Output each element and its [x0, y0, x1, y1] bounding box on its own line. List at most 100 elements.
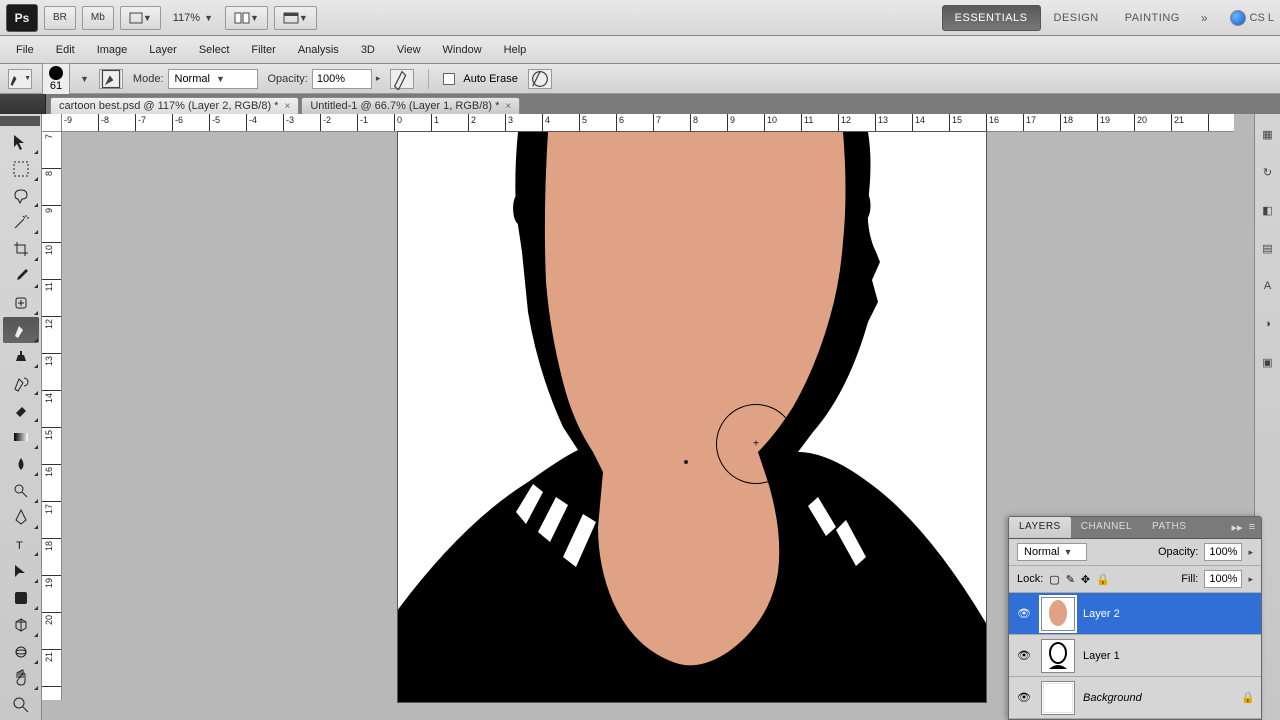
path-select-tool[interactable] — [3, 558, 39, 584]
visibility-eye-icon[interactable]: 👁 — [1015, 647, 1033, 665]
tablet-size-toggle[interactable] — [528, 69, 552, 89]
dodge-tool[interactable] — [3, 478, 39, 504]
layers-panel: LAYERS CHANNEL PATHS ▸▸ ≡ Normal▼ Opacit… — [1008, 516, 1262, 720]
current-tool-icon[interactable]: ▼ — [8, 69, 32, 89]
brush-preset-picker[interactable]: 61 — [42, 63, 70, 95]
ruler-origin[interactable] — [42, 114, 62, 132]
layer-name[interactable]: Background — [1083, 692, 1142, 704]
document-canvas[interactable] — [398, 132, 986, 702]
layer-fill-input[interactable]: 100% — [1204, 570, 1242, 588]
layer-row[interactable]: 👁 Layer 2 — [1009, 593, 1261, 635]
tab-layers[interactable]: LAYERS — [1009, 517, 1071, 538]
menu-help[interactable]: Help — [494, 39, 537, 61]
tablet-opacity-toggle[interactable] — [390, 69, 414, 89]
lock-transparent-icon[interactable]: ▢ — [1049, 573, 1059, 586]
layer-thumbnail[interactable] — [1041, 639, 1075, 673]
eraser-tool[interactable] — [3, 397, 39, 423]
menu-analysis[interactable]: Analysis — [288, 39, 349, 61]
close-icon[interactable]: × — [284, 101, 290, 112]
layer-row[interactable]: 👁 Layer 1 — [1009, 635, 1261, 677]
zoom-level[interactable]: 117%▼ — [167, 6, 219, 30]
workspace-switcher: ESSENTIALS DESIGN PAINTING » — [942, 5, 1216, 31]
layer-thumbnail[interactable] — [1041, 681, 1075, 715]
screen-mode-button[interactable]: ▼ — [274, 6, 317, 30]
layer-name[interactable]: Layer 1 — [1083, 650, 1120, 662]
visibility-eye-icon[interactable]: 👁 — [1015, 689, 1033, 707]
clone-stamp-tool[interactable] — [3, 344, 39, 370]
layer-name[interactable]: Layer 2 — [1083, 608, 1120, 620]
styles-icon[interactable]: A — [1258, 276, 1278, 296]
workspace-tab-essentials[interactable]: ESSENTIALS — [942, 5, 1041, 31]
history-icon[interactable]: ↻ — [1258, 162, 1278, 182]
menu-window[interactable]: Window — [433, 39, 492, 61]
menu-file[interactable]: File — [6, 39, 44, 61]
gradient-tool[interactable] — [3, 424, 39, 450]
type-tool[interactable]: T — [3, 531, 39, 557]
adjustments-icon[interactable]: ◑ — [1258, 314, 1278, 334]
pen-tool[interactable] — [3, 505, 39, 531]
brush-tool[interactable] — [3, 317, 39, 343]
lock-all-icon[interactable]: 🔒 — [1096, 573, 1110, 586]
shape-tool[interactable] — [3, 585, 39, 611]
panel-menu-icon[interactable]: ≡ — [1249, 521, 1255, 534]
menu-3d[interactable]: 3D — [351, 39, 385, 61]
bridge-button[interactable]: BR — [44, 6, 76, 30]
toolbox-grip[interactable] — [0, 116, 40, 126]
healing-brush-tool[interactable] — [3, 290, 39, 316]
3d-camera-tool[interactable] — [3, 639, 39, 665]
swatches-icon[interactable]: ▤ — [1258, 238, 1278, 258]
document-tab[interactable]: cartoon best.psd @ 117% (Layer 2, RGB/8)… — [50, 97, 299, 114]
tab-channels[interactable]: CHANNEL — [1071, 517, 1142, 538]
close-icon[interactable]: × — [505, 101, 511, 112]
workspace-tab-design[interactable]: DESIGN — [1041, 5, 1112, 31]
chevron-down-icon[interactable]: ▸ — [376, 73, 381, 84]
masks-icon[interactable]: ▣ — [1258, 352, 1278, 372]
crop-tool[interactable] — [3, 236, 39, 262]
layer-opacity-input[interactable]: 100% — [1204, 543, 1242, 561]
ruler-horizontal[interactable]: -9-8-7-6-5-4-3-2-10123456789101112131415… — [62, 114, 1234, 132]
brush-panel-toggle[interactable] — [99, 69, 123, 89]
menu-filter[interactable]: Filter — [241, 39, 285, 61]
view-extras-button[interactable]: ▼ — [120, 6, 161, 30]
document-tab[interactable]: Untitled-1 @ 66.7% (Layer 1, RGB/8) * × — [301, 97, 520, 114]
lock-paint-icon[interactable]: ✎ — [1066, 573, 1075, 586]
collapse-icon[interactable]: ▸▸ — [1232, 521, 1243, 534]
layer-blend-select[interactable]: Normal▼ — [1017, 543, 1087, 561]
menu-image[interactable]: Image — [87, 39, 138, 61]
menu-view[interactable]: View — [387, 39, 431, 61]
arrange-docs-button[interactable]: ▼ — [225, 6, 268, 30]
lasso-tool[interactable] — [3, 183, 39, 209]
menu-select[interactable]: Select — [189, 39, 240, 61]
blend-mode-select[interactable]: Normal▼ — [168, 69, 258, 89]
history-brush-tool[interactable] — [3, 370, 39, 396]
layer-row[interactable]: 👁 Background 🔒 — [1009, 677, 1261, 719]
chevron-down-icon[interactable]: ▼ — [80, 74, 89, 84]
eyedropper-tool[interactable] — [3, 263, 39, 289]
tab-paths[interactable]: PATHS — [1142, 517, 1196, 538]
ruler-vertical[interactable]: 789101112131415161718192021 — [42, 132, 62, 700]
blur-tool[interactable] — [3, 451, 39, 477]
workspace-tab-painting[interactable]: PAINTING — [1112, 5, 1193, 31]
workspace-more-icon[interactable]: » — [1193, 5, 1216, 31]
auto-erase-checkbox[interactable]: Auto Erase — [443, 73, 517, 85]
3d-object-tool[interactable] — [3, 612, 39, 638]
minibridge-button[interactable]: Mb — [82, 6, 114, 30]
fill-label: Fill: — [1181, 573, 1198, 585]
opacity-input[interactable]: 100% — [312, 69, 372, 89]
layer-thumbnail[interactable] — [1041, 597, 1075, 631]
zoom-tool[interactable] — [3, 692, 39, 718]
chevron-right-icon[interactable]: ▸ — [1248, 574, 1253, 585]
chevron-right-icon[interactable]: ▸ — [1248, 547, 1253, 558]
menu-edit[interactable]: Edit — [46, 39, 85, 61]
magic-wand-tool[interactable] — [3, 209, 39, 235]
tab-well-handle[interactable] — [0, 94, 46, 114]
lock-move-icon[interactable]: ✥ — [1081, 573, 1090, 586]
hand-tool[interactable] — [3, 666, 39, 692]
minibridge-icon[interactable]: ▦ — [1258, 124, 1278, 144]
move-tool[interactable] — [3, 129, 39, 155]
menu-layer[interactable]: Layer — [139, 39, 187, 61]
cs-live-button[interactable]: CS L — [1230, 10, 1274, 26]
marquee-tool[interactable] — [3, 156, 39, 182]
visibility-eye-icon[interactable]: 👁 — [1015, 605, 1033, 623]
color-icon[interactable]: ◧ — [1258, 200, 1278, 220]
